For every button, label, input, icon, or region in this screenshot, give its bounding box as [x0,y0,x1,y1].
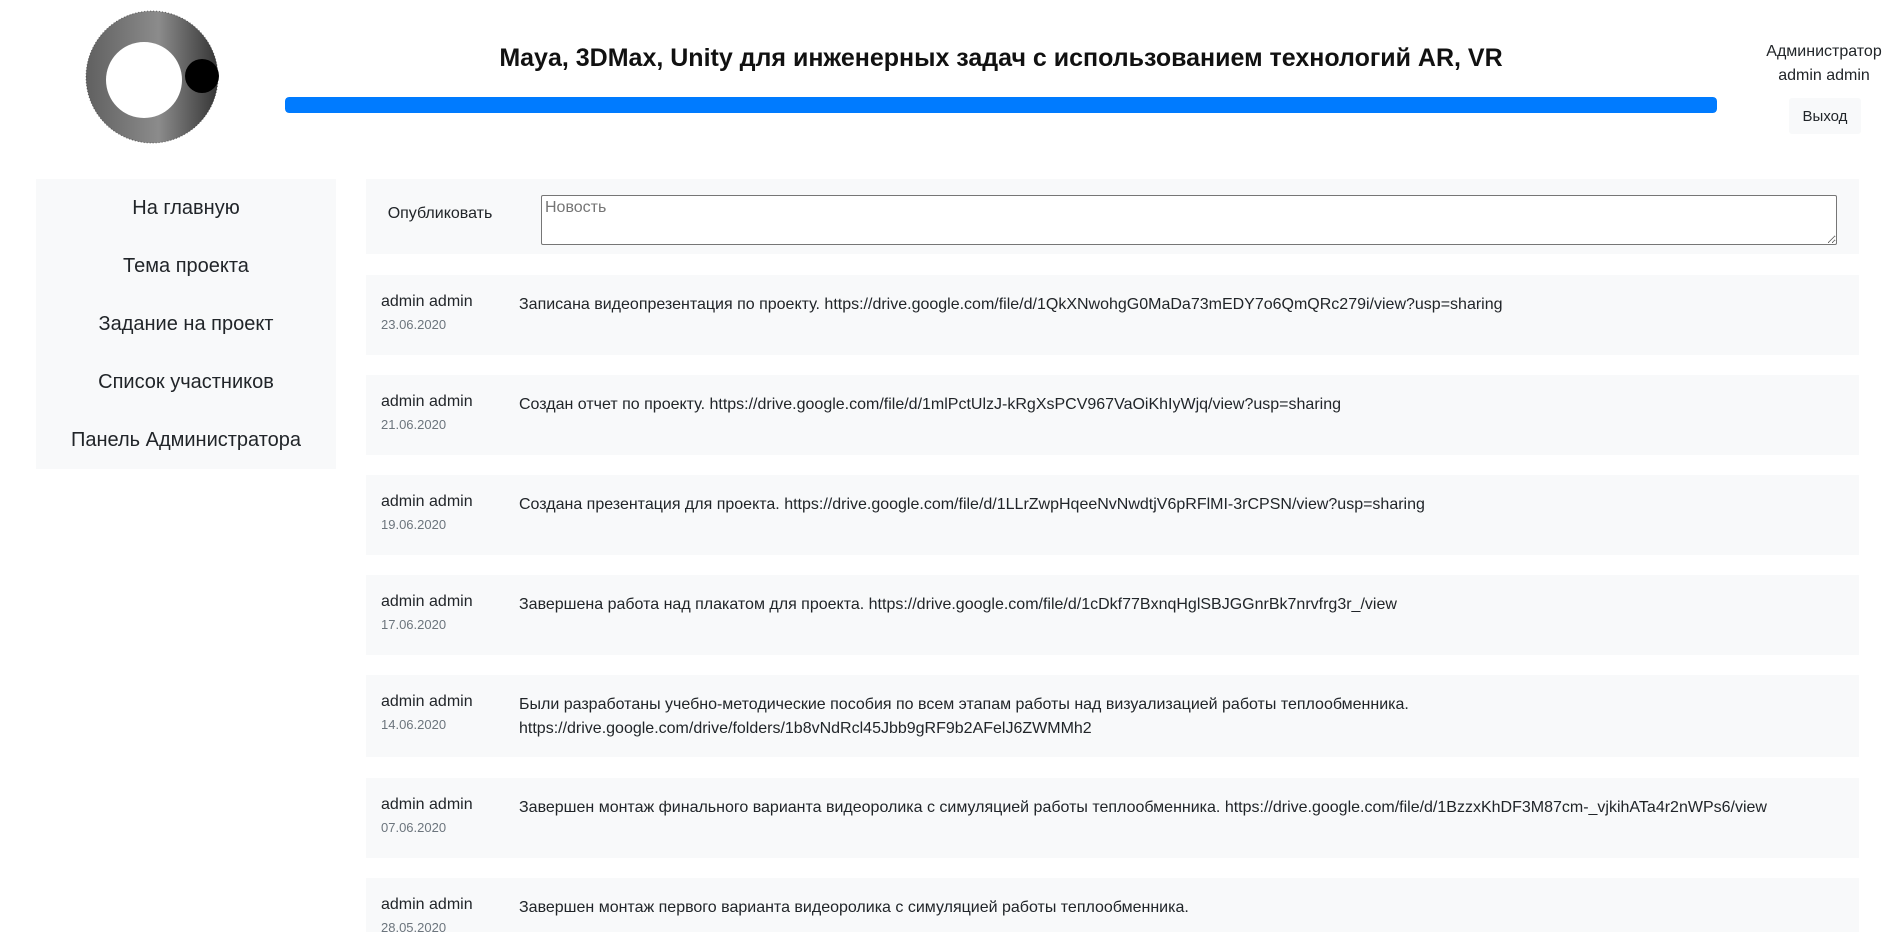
news-post: admin admin 14.06.2020 Были разработаны … [366,675,1859,757]
post-date: 07.06.2020 [381,820,447,835]
news-post: admin admin 17.06.2020 Завершена работа … [366,575,1859,655]
page: Maya, 3DMax, Unity для инженерных задач … [0,0,1900,932]
page-title: Maya, 3DMax, Unity для инженерных задач … [499,44,1503,72]
sidebar-item-participants[interactable]: Список участников [36,353,336,411]
post-date: 23.06.2020 [381,317,447,332]
post-date: 19.06.2020 [381,517,447,532]
news-post: admin admin 19.06.2020 Создана презентац… [366,475,1859,555]
user-info: Администратор admin admin [1760,40,1888,88]
sidebar-item-project-task[interactable]: Задание на проект [36,295,336,353]
logo-icon [85,10,219,144]
project-progress-bar [285,97,1717,113]
publish-button[interactable]: Опубликовать [380,197,500,231]
sidebar-nav: На главную Тема проекта Задание на проек… [36,179,336,469]
post-text: Создана презентация для проекта. https:/… [519,496,1425,513]
post-text: Завершен монтаж первого варианта видеоро… [519,899,1189,916]
post-text: Записана видеопрезентация по проекту. ht… [519,296,1503,313]
user-role: Администратор [1766,43,1882,60]
logo [84,10,220,144]
post-author: admin admin [381,393,473,410]
logout-button[interactable]: Выход [1789,98,1861,134]
progress-fill [285,97,1717,113]
news-post: admin admin 07.06.2020 Завершен монтаж ф… [366,778,1859,858]
sidebar-item-project-topic[interactable]: Тема проекта [36,237,336,295]
post-author: admin admin [381,493,473,510]
post-author: admin admin [381,693,473,710]
post-text: Завершена работа над плакатом для проект… [519,596,1397,613]
post-date: 17.06.2020 [381,617,447,632]
sidebar-item-admin-panel[interactable]: Панель Администратора [36,411,336,469]
user-name: admin admin [1778,67,1870,84]
sidebar-item-home[interactable]: На главную [36,179,336,237]
post-author: admin admin [381,896,473,913]
post-date: 21.06.2020 [381,417,447,432]
publish-form: Опубликовать [366,179,1859,254]
post-text: Завершен монтаж финального варианта виде… [519,799,1767,816]
post-date: 14.06.2020 [381,717,447,732]
post-text: Были разработаны учебно-методические пос… [519,696,1409,737]
post-author: admin admin [381,293,473,310]
news-post: admin admin 23.06.2020 Записана видеопре… [366,275,1859,355]
post-text: Создан отчет по проекту. https://drive.g… [519,396,1341,413]
news-post: admin admin 21.06.2020 Создан отчет по п… [366,375,1859,455]
post-author: admin admin [381,796,473,813]
post-author: admin admin [381,593,473,610]
news-input[interactable] [541,195,1837,245]
post-date: 28.05.2020 [381,920,447,932]
news-post: admin admin 28.05.2020 Завершен монтаж п… [366,878,1859,932]
